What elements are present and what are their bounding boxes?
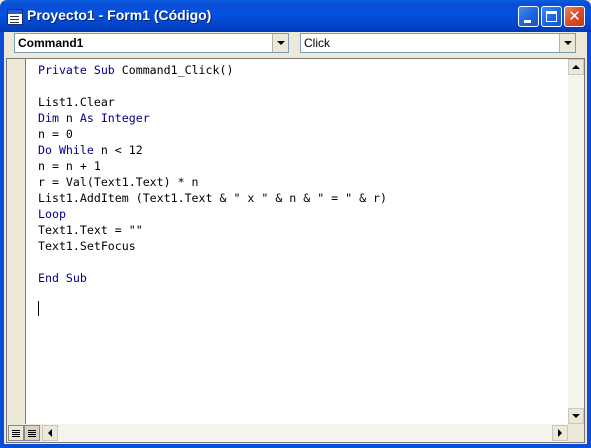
text-caret (38, 301, 39, 316)
code-token: Command1_Click() (121, 63, 234, 77)
code-line[interactable]: End Sub (38, 270, 387, 286)
code-keyword: Dim (38, 111, 66, 125)
code-token: n = 0 (38, 127, 73, 141)
scroll-down-button[interactable] (568, 408, 584, 424)
code-line[interactable] (38, 254, 387, 270)
maximize-icon (546, 11, 557, 22)
scroll-left-button[interactable] (42, 425, 58, 441)
procedure-combo[interactable]: Click (300, 33, 576, 53)
code-token: n (65, 111, 80, 125)
code-token: n < 12 (100, 143, 143, 157)
code-line[interactable]: n = n + 1 (38, 158, 387, 174)
code-line[interactable]: Do While n < 12 (38, 142, 387, 158)
size-grip (568, 424, 584, 442)
code-line[interactable] (38, 78, 387, 94)
chevron-down-icon[interactable] (272, 34, 288, 52)
object-combo-value: Command1 (18, 36, 84, 50)
scroll-up-button[interactable] (568, 59, 584, 75)
code-line[interactable]: Text1.SetFocus (38, 238, 387, 254)
vb-code-window-icon (7, 9, 23, 25)
scroll-right-button[interactable] (552, 425, 568, 441)
minimize-icon (524, 20, 531, 23)
code-line[interactable]: List1.Clear (38, 94, 387, 110)
code-line[interactable]: Dim n As Integer (38, 110, 387, 126)
code-token: List1.Clear (38, 95, 115, 109)
close-icon: ✕ (568, 7, 581, 25)
code-line[interactable]: List1.AddItem (Text1.Text & " x " & n & … (38, 190, 387, 206)
code-editor[interactable]: Private Sub Command1_Click() List1.Clear D… (6, 58, 585, 443)
bottom-strip (7, 424, 584, 442)
code-line[interactable]: Private Sub Command1_Click() (38, 62, 387, 78)
code-token: Text1.SetFocus (38, 239, 136, 253)
code-token: n = n + 1 (38, 159, 101, 173)
full-module-view-button[interactable] (24, 425, 40, 441)
code-keyword: Private Sub (38, 63, 122, 77)
procedure-view-icon (12, 430, 20, 431)
vertical-scrollbar[interactable] (568, 59, 584, 424)
minimize-button[interactable] (518, 6, 539, 27)
code-line[interactable]: Text1.Text = "" (38, 222, 387, 238)
code-keyword: Loop (38, 207, 66, 221)
code-line[interactable]: n = 0 (38, 126, 387, 142)
margin-indicator-bar[interactable] (7, 59, 26, 424)
code-token: Text1.Text = "" (38, 223, 143, 237)
window-frame-right (587, 32, 591, 448)
chevron-down-icon[interactable] (559, 34, 575, 52)
code-keyword: Do While (38, 143, 101, 157)
full-module-view-icon (28, 430, 36, 431)
code-token: List1.AddItem (Text1.Text & " x " & n & … (38, 191, 388, 205)
window-frame-left (0, 32, 4, 448)
window-title: Proyecto1 - Form1 (Código) (27, 7, 212, 23)
horizontal-scrollbar[interactable] (42, 424, 568, 442)
maximize-button[interactable] (541, 6, 562, 27)
procedure-view-button[interactable] (8, 425, 24, 441)
title-bar[interactable]: Proyecto1 - Form1 (Código) ✕ (0, 0, 591, 32)
code-token: r = Val(Text1.Text) * n (38, 175, 199, 189)
code-keyword: End Sub (38, 271, 87, 285)
window-frame-bottom (0, 444, 591, 448)
procedure-combo-value: Click (304, 36, 330, 50)
code-line[interactable]: Loop (38, 206, 387, 222)
code-keyword: As Integer (79, 111, 150, 125)
object-combo[interactable]: Command1 (14, 33, 289, 53)
code-text[interactable]: Private Sub Command1_Click() List1.Clear D… (38, 62, 387, 286)
code-line[interactable]: r = Val(Text1.Text) * n (38, 174, 387, 190)
close-button[interactable]: ✕ (564, 6, 585, 27)
